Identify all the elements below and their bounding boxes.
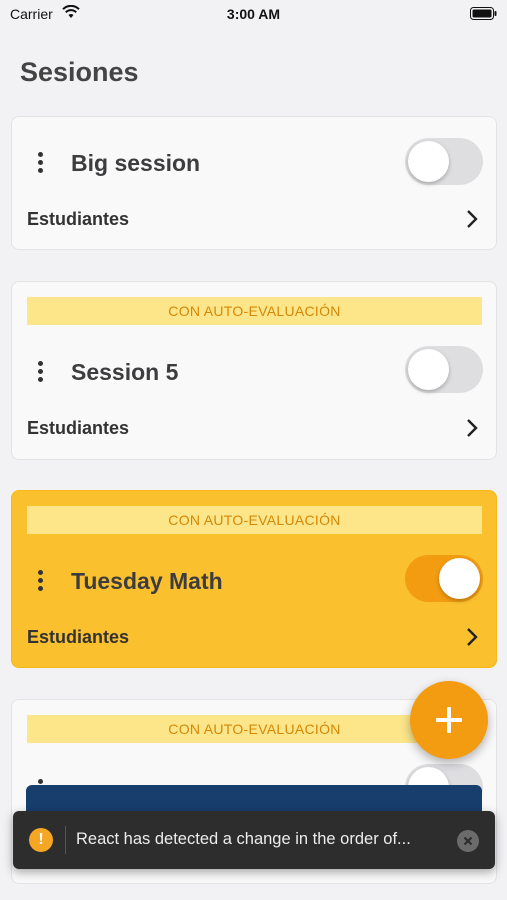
students-link[interactable]: Estudiantes xyxy=(27,622,481,652)
self-evaluation-badge: CON AUTO-EVALUACIÓN xyxy=(27,297,482,325)
status-bar: Carrier 3:00 AM xyxy=(0,0,507,30)
self-evaluation-badge: CON AUTO-EVALUACIÓN xyxy=(27,506,482,534)
warning-toast[interactable]: ! React has detected a change in the ord… xyxy=(13,811,495,869)
students-label: Estudiantes xyxy=(27,418,130,438)
more-options-icon[interactable] xyxy=(38,361,44,383)
session-active-toggle[interactable] xyxy=(405,138,483,185)
clock: 3:00 AM xyxy=(226,6,281,22)
session-card: CON AUTO-EVALUACIÓN Session 5 Estudiante… xyxy=(11,281,497,460)
session-active-toggle[interactable] xyxy=(405,555,483,602)
students-label: Estudiantes xyxy=(27,627,130,647)
session-name: Tuesday Math xyxy=(71,568,223,594)
session-name: Big session xyxy=(71,150,201,176)
session-card: CON AUTO-EVALUACIÓN Tuesday Math Estudia… xyxy=(11,490,497,668)
students-label: Estudiantes xyxy=(27,209,130,229)
close-icon[interactable] xyxy=(457,830,479,852)
students-link[interactable]: Estudiantes xyxy=(27,413,481,443)
battery-icon xyxy=(470,7,497,20)
plus-icon xyxy=(436,707,462,733)
chevron-right-icon xyxy=(467,628,478,646)
add-session-button[interactable] xyxy=(410,681,488,759)
toast-message: React has detected a change in the order… xyxy=(76,830,411,848)
chevron-right-icon xyxy=(467,419,478,437)
students-link[interactable]: Estudiantes xyxy=(27,204,481,234)
more-options-icon[interactable] xyxy=(38,570,44,592)
chevron-right-icon xyxy=(467,210,478,228)
session-name: Session 5 xyxy=(71,359,179,385)
warning-icon: ! xyxy=(29,828,53,852)
page-title: Sesiones xyxy=(20,57,139,87)
more-options-icon[interactable] xyxy=(38,152,44,174)
session-active-toggle[interactable] xyxy=(405,346,483,393)
toast-divider xyxy=(65,826,66,854)
session-card: Big session Estudiantes xyxy=(11,116,497,250)
